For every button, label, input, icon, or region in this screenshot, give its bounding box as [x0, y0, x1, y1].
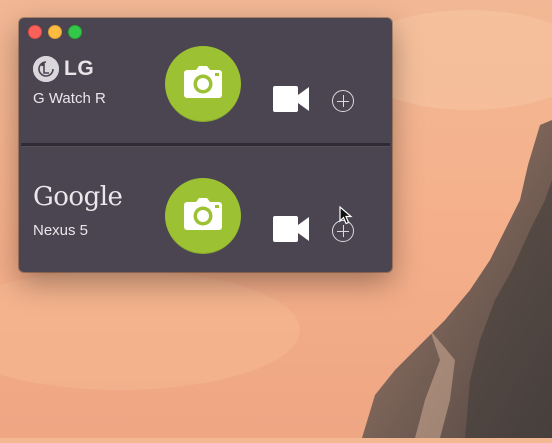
device-model-label: Nexus 5: [33, 222, 89, 239]
camera-icon: [184, 66, 222, 98]
take-screenshot-button[interactable]: [165, 46, 241, 122]
minimize-window-button[interactable]: [48, 25, 62, 39]
device-row-lg-g-watch-r: LG G Watch R: [19, 42, 392, 143]
camera-icon: [184, 198, 222, 230]
close-window-button[interactable]: [28, 25, 42, 39]
device-row-google-nexus-5: Google Nexus 5: [19, 146, 392, 272]
plus-circle-icon[interactable]: [332, 90, 354, 112]
lg-logo-text: LG: [64, 57, 95, 80]
video-camera-icon: [273, 86, 309, 112]
zoom-window-button[interactable]: [68, 25, 82, 39]
record-video-button[interactable]: [273, 216, 309, 242]
app-window: LG G Watch R Google Nexus 5: [19, 18, 392, 272]
window-titlebar[interactable]: [19, 18, 392, 42]
plus-circle-icon[interactable]: [332, 220, 354, 242]
device-model-label: G Watch R: [33, 90, 106, 107]
lg-logo-icon: [33, 56, 59, 82]
video-camera-icon: [273, 216, 309, 242]
record-video-button[interactable]: [273, 86, 309, 112]
google-logo: Google: [33, 182, 123, 212]
take-screenshot-button[interactable]: [165, 178, 241, 254]
lg-brand-logo: LG: [33, 54, 94, 84]
